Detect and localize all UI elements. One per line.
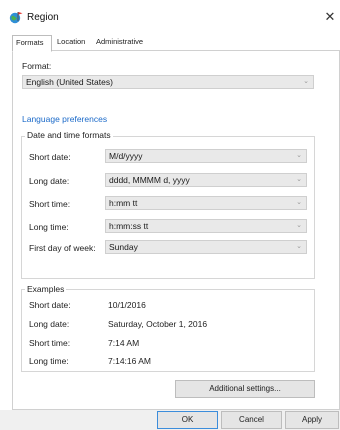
short-date-value: M/d/yyyy [109,151,143,161]
long-date-label: Long date: [29,176,70,186]
example-long-date-label: Long date: [29,319,70,329]
chevron-down-icon: ⌄ [303,78,309,85]
example-short-time-label: Short time: [29,338,71,348]
language-preferences-link[interactable]: Language preferences [22,114,107,124]
short-time-select[interactable]: h:mm tt ⌄ [105,196,307,210]
tab-administrative[interactable]: Administrative [93,35,159,51]
example-long-date-value: Saturday, October 1, 2016 [108,319,208,329]
apply-button[interactable]: Apply [285,411,339,429]
format-select-value: English (United States) [26,77,113,87]
chevron-down-icon: ⌄ [296,199,302,206]
window-title: Region [27,12,59,23]
long-date-select[interactable]: dddd, MMMM d, yyyy ⌄ [105,173,307,187]
ok-button[interactable]: OK [157,411,218,429]
long-date-value: dddd, MMMM d, yyyy [109,175,190,185]
date-time-formats-legend: Date and time formats [25,130,113,140]
title-bar: Region ✕ [0,0,340,34]
chevron-down-icon: ⌄ [296,243,302,250]
cancel-button[interactable]: Cancel [221,411,282,429]
example-long-time-value: 7:14:16 AM [108,356,152,366]
first-day-of-week-label: First day of week: [29,243,96,253]
format-select[interactable]: English (United States) ⌄ [22,75,314,89]
additional-settings-button[interactable]: Additional settings... [175,380,315,398]
chevron-down-icon: ⌄ [296,152,302,159]
long-time-value: h:mm:ss tt [109,221,149,231]
format-label: Format: [22,61,52,71]
short-date-label: Short date: [29,152,71,162]
example-short-date-label: Short date: [29,300,71,310]
long-time-label: Long time: [29,222,69,232]
long-time-select[interactable]: h:mm:ss tt ⌄ [105,219,307,233]
chevron-down-icon: ⌄ [296,176,302,183]
short-time-value: h:mm tt [109,198,138,208]
examples-legend: Examples [25,284,67,294]
short-date-select[interactable]: M/d/yyyy ⌄ [105,149,307,163]
tab-location[interactable]: Location [54,35,93,51]
close-button[interactable]: ✕ [322,9,338,25]
example-short-date-value: 10/1/2016 [108,300,146,310]
chevron-down-icon: ⌄ [296,222,302,229]
tab-formats[interactable]: Formats [12,35,52,52]
example-short-time-value: 7:14 AM [108,338,140,348]
globe-flag-icon [9,12,23,24]
first-day-of-week-value: Sunday [109,242,138,252]
first-day-of-week-select[interactable]: Sunday ⌄ [105,240,307,254]
example-long-time-label: Long time: [29,356,69,366]
short-time-label: Short time: [29,199,71,209]
